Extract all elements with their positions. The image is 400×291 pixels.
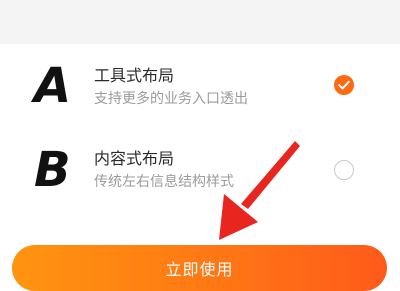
option-radio-unselected[interactable] (334, 160, 354, 180)
option-subtitle: 传统左右信息结构样式 (94, 174, 234, 190)
use-now-button-label: 立即使用 (165, 260, 234, 279)
layout-option-content[interactable]: B 内容式布局 传统左右信息结构样式 (0, 138, 400, 208)
check-icon (338, 80, 350, 90)
option-title: 内容式布局 (94, 149, 175, 168)
layout-option-tool[interactable]: A 工具式布局 支持更多的业务入口透出 (0, 58, 400, 128)
option-letter-a: A (34, 58, 71, 114)
use-now-button[interactable]: 立即使用 (12, 245, 387, 291)
option-letter-b: B (34, 142, 71, 198)
top-band (0, 0, 400, 44)
option-radio-selected[interactable] (334, 75, 354, 95)
option-subtitle: 支持更多的业务入口透出 (94, 91, 248, 107)
option-title: 工具式布局 (94, 66, 175, 85)
